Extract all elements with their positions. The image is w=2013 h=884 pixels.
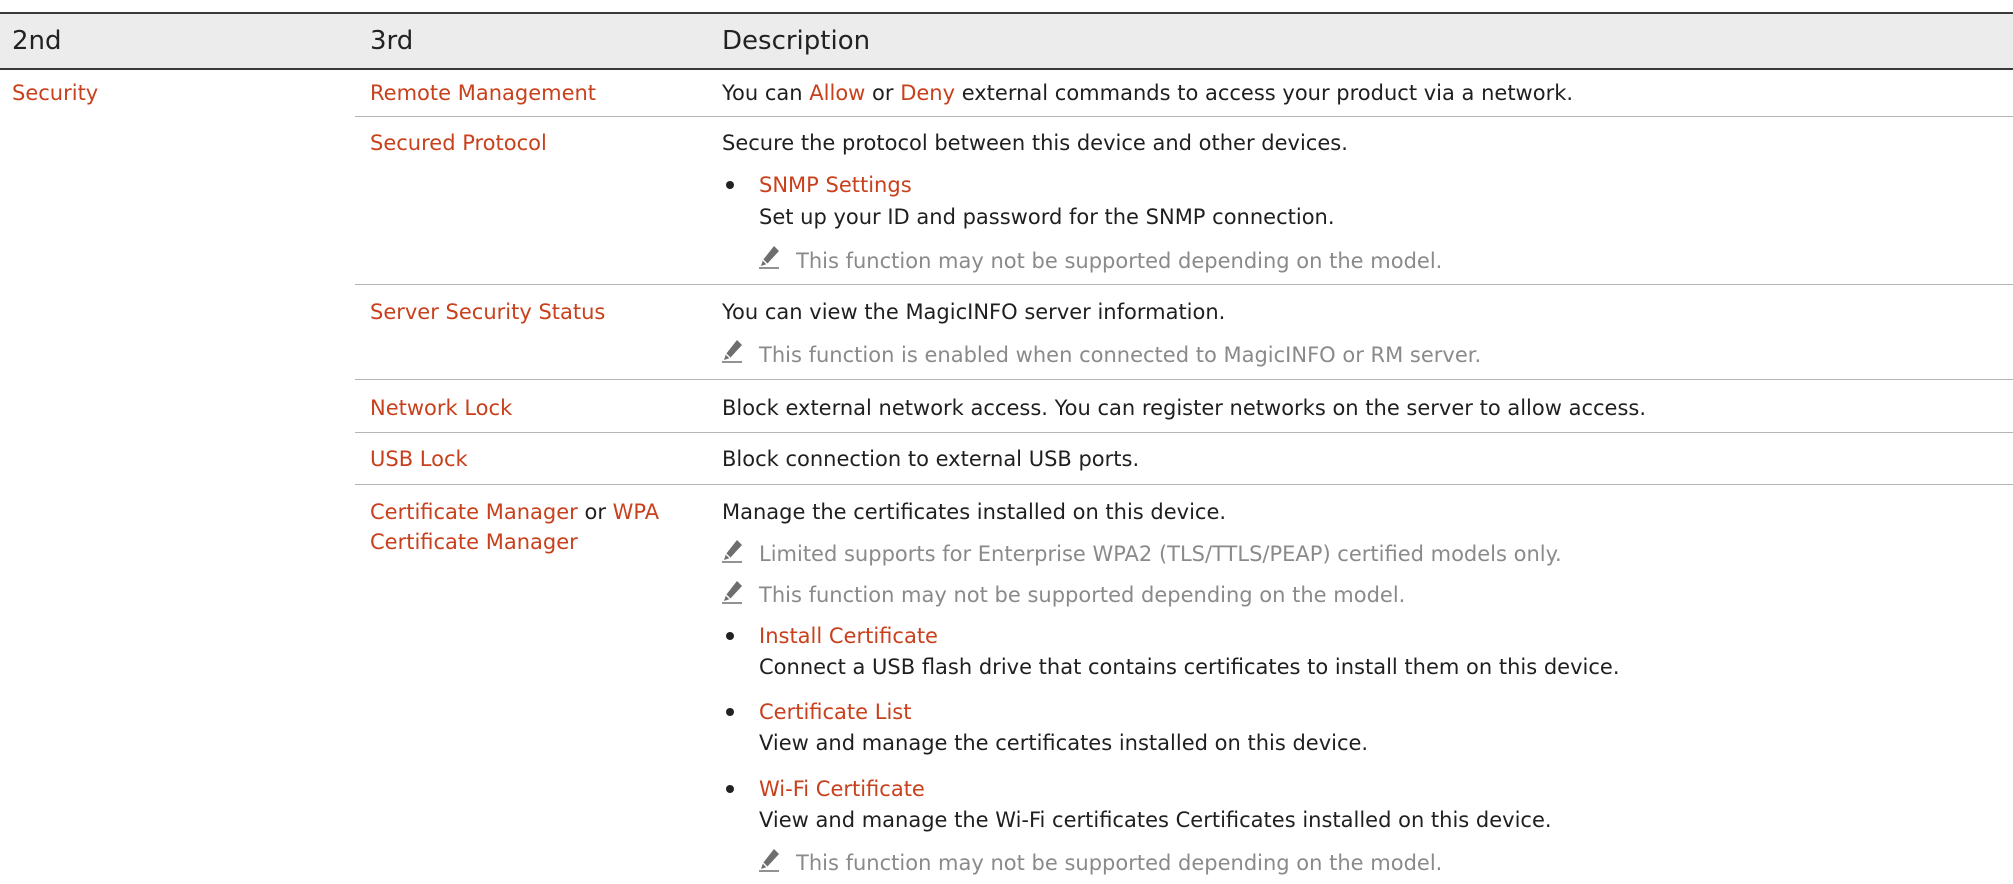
- menu-item-wpa-certificate-manager[interactable]: Certificate Manager: [370, 528, 578, 556]
- pencil-note-icon: [722, 339, 744, 363]
- certificate-manager-description: Manage the certificates installed on thi…: [722, 500, 1227, 524]
- menu-item-certificate-manager[interactable]: Certificate Manager: [370, 500, 578, 524]
- certificate-list-title[interactable]: Certificate List: [759, 698, 911, 726]
- snmp-note: This function may not be supported depen…: [796, 249, 1443, 273]
- option-allow[interactable]: Allow: [809, 81, 865, 105]
- table-header: 2nd 3rd Description: [0, 14, 2013, 68]
- header-2nd: 2nd: [12, 26, 62, 56]
- pencil-note-icon: [722, 539, 744, 563]
- remote-management-description: You can Allow or Deny external commands …: [722, 81, 1574, 105]
- wifi-certificate-note: This function may not be supported depen…: [796, 851, 1443, 875]
- section-security[interactable]: Security: [12, 79, 98, 107]
- pencil-note-icon: [722, 580, 744, 604]
- install-certificate-title[interactable]: Install Certificate: [759, 622, 938, 650]
- snmp-settings-text: Set up your ID and password for the SNMP…: [759, 205, 1335, 229]
- bullet-icon: [726, 708, 734, 716]
- menu-item-wpa[interactable]: WPA: [613, 500, 659, 524]
- network-lock-description: Block external network access. You can r…: [722, 396, 1647, 420]
- certificate-list-text: View and manage the certificates install…: [759, 731, 1369, 755]
- bullet-icon: [726, 785, 734, 793]
- bullet-icon: [726, 181, 734, 189]
- row-divider: [355, 432, 2013, 433]
- menu-item-usb-lock[interactable]: USB Lock: [370, 445, 468, 473]
- header-3rd: 3rd: [370, 26, 414, 56]
- row-divider: [355, 484, 2013, 485]
- header-description: Description: [722, 26, 871, 56]
- install-certificate-text: Connect a USB flash drive that contains …: [759, 655, 1620, 679]
- secured-protocol-description: Secure the protocol between this device …: [722, 131, 1348, 155]
- row-divider: [355, 379, 2013, 380]
- menu-item-server-security-status[interactable]: Server Security Status: [370, 298, 605, 326]
- usb-lock-description: Block connection to external USB ports.: [722, 447, 1140, 471]
- pencil-note-icon: [759, 848, 781, 872]
- header-bottom-rule: [0, 68, 2013, 70]
- menu-item-network-lock[interactable]: Network Lock: [370, 394, 512, 422]
- certificate-note-wpa2: Limited supports for Enterprise WPA2 (TL…: [759, 542, 1562, 566]
- menu-item-remote-management[interactable]: Remote Management: [370, 79, 596, 107]
- bullet-icon: [726, 632, 734, 640]
- server-security-status-note: This function is enabled when connected …: [759, 343, 1482, 367]
- pencil-note-icon: [759, 245, 781, 269]
- option-deny[interactable]: Deny: [900, 81, 955, 105]
- row-divider: [355, 116, 2013, 117]
- certificate-manager-label: Certificate Manager or WPA: [370, 500, 660, 524]
- row-divider: [355, 284, 2013, 285]
- snmp-settings-title[interactable]: SNMP Settings: [759, 171, 912, 199]
- wifi-certificate-text: View and manage the Wi-Fi certificates C…: [759, 808, 1552, 832]
- certificate-note-model: This function may not be supported depen…: [759, 583, 1406, 607]
- menu-item-secured-protocol[interactable]: Secured Protocol: [370, 129, 547, 157]
- wifi-certificate-title[interactable]: Wi-Fi Certificate: [759, 775, 925, 803]
- server-security-status-description: You can view the MagicINFO server inform…: [722, 300, 1226, 324]
